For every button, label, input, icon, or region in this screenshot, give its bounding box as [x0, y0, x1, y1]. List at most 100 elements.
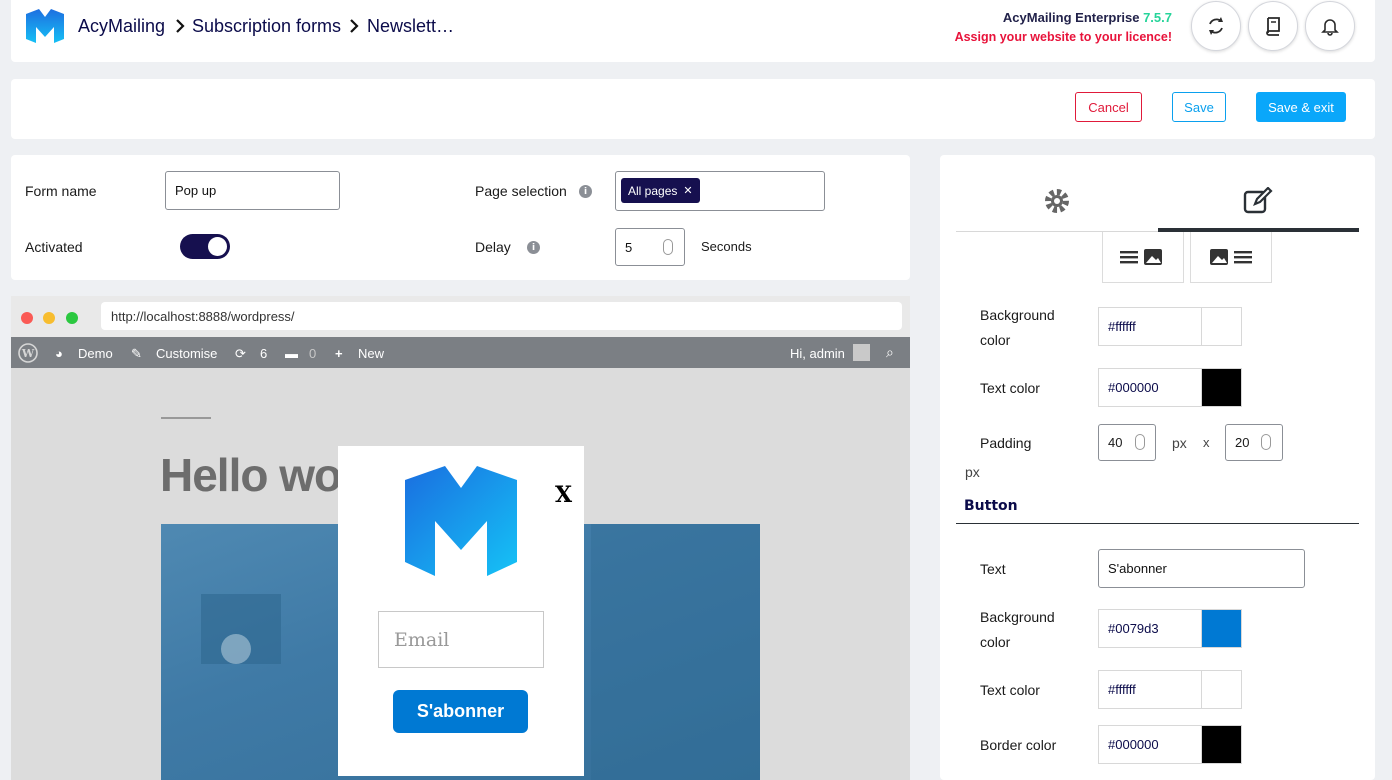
- remove-tag-icon[interactable]: ✕: [683, 184, 692, 197]
- wp-site-name: Demo: [78, 346, 113, 361]
- text-color-swatch[interactable]: [1202, 369, 1241, 406]
- cancel-button[interactable]: Cancel: [1075, 92, 1142, 122]
- avatar: [853, 344, 870, 361]
- wordpress-logo-icon: W: [18, 343, 38, 363]
- popup-close-button[interactable]: X: [555, 482, 572, 508]
- gear-icon[interactable]: [1044, 188, 1070, 214]
- text-image-layout-icon: [1120, 249, 1162, 265]
- window-close-dot: [21, 312, 33, 324]
- image-text-layout-icon: [1210, 249, 1252, 265]
- text-color-label: Text color: [980, 380, 1040, 396]
- padding-unit-2: px: [965, 464, 980, 480]
- bell-icon: [1321, 19, 1339, 36]
- padding-separator: x: [1203, 435, 1210, 450]
- number-spinner-icon[interactable]: [663, 239, 673, 255]
- button-text-input[interactable]: S'abonner: [1098, 549, 1305, 588]
- svg-text:W: W: [21, 347, 35, 360]
- info-icon[interactable]: i: [579, 185, 592, 198]
- padding-unit: px: [1172, 435, 1187, 451]
- button-border-color-value[interactable]: #000000: [1099, 726, 1202, 763]
- form-name-input[interactable]: Pop up: [165, 171, 340, 210]
- page-tag-label: All pages: [628, 183, 678, 198]
- button-border-color-swatch[interactable]: [1202, 726, 1241, 763]
- bg-color-label: Background color: [980, 307, 1055, 348]
- post-title: Hello wo: [160, 449, 342, 501]
- chevron-right-icon: [176, 19, 185, 33]
- text-color-input[interactable]: #000000: [1098, 368, 1242, 407]
- button-bg-color-value[interactable]: #0079d3: [1099, 610, 1202, 647]
- padding-vertical-value: 40: [1108, 435, 1123, 450]
- dashboard-icon: ◕: [55, 346, 63, 361]
- button-bg-color-swatch[interactable]: [1202, 610, 1241, 647]
- updates-icon: ⟳: [235, 346, 246, 361]
- breadcrumb-acymailing[interactable]: AcyMailing: [78, 16, 165, 37]
- book-icon: [1266, 17, 1280, 36]
- button-text-color-label: Text color: [980, 682, 1040, 698]
- chevron-right-icon: [350, 19, 359, 33]
- bg-color-value[interactable]: #ffffff: [1099, 308, 1202, 345]
- button-border-color-input[interactable]: #000000: [1098, 725, 1242, 764]
- popup-form: X Email S'abonner: [338, 446, 584, 776]
- brush-icon: ✎: [131, 346, 142, 361]
- post-divider: [161, 417, 211, 419]
- wp-greeting: Hi, admin: [790, 346, 845, 361]
- info-icon[interactable]: i: [527, 241, 540, 254]
- comments-icon: ▬: [285, 346, 298, 361]
- license-version: 7.5.7: [1143, 10, 1172, 25]
- plus-icon: +: [335, 346, 343, 361]
- layout-text-image-button[interactable]: [1102, 232, 1184, 283]
- padding-vertical-input[interactable]: 40: [1098, 424, 1156, 461]
- padding-horizontal-value: 20: [1235, 435, 1250, 450]
- button-text-label: Text: [980, 561, 1006, 577]
- number-spinner-icon[interactable]: [1135, 434, 1145, 450]
- button-border-color-label: Border color: [980, 737, 1057, 753]
- browser-url-bar: http://localhost:8888/wordpress/: [101, 302, 902, 330]
- padding-label: Padding: [980, 435, 1032, 451]
- form-name-label: Form name: [25, 183, 97, 199]
- page-tag-all-pages: All pages ✕: [621, 178, 700, 203]
- license-info: AcyMailing Enterprise 7.5.7: [1003, 10, 1172, 25]
- save-button[interactable]: Save: [1172, 92, 1226, 122]
- bg-color-input[interactable]: #ffffff: [1098, 307, 1242, 346]
- button-text-color-swatch[interactable]: [1202, 671, 1241, 708]
- search-icon: ⌕: [886, 344, 894, 360]
- breadcrumb-current-form: Newslett…: [367, 16, 455, 36]
- section-divider: [956, 523, 1359, 524]
- notifications-button[interactable]: [1305, 1, 1355, 51]
- documentation-button[interactable]: [1248, 1, 1298, 51]
- wp-updates-count: 6: [260, 346, 268, 361]
- delay-label: Delay: [475, 239, 511, 255]
- action-bar: [11, 79, 1375, 139]
- layout-image-text-button[interactable]: [1190, 232, 1272, 283]
- delay-value: 5: [625, 239, 633, 255]
- refresh-button[interactable]: [1191, 1, 1241, 51]
- bg-color-swatch[interactable]: [1202, 308, 1241, 345]
- button-section-title: Button: [964, 498, 1018, 514]
- wp-customise: Customise: [156, 346, 218, 361]
- window-minimize-dot: [43, 312, 55, 324]
- popup-logo-icon: [405, 466, 517, 576]
- padding-horizontal-input[interactable]: 20: [1225, 424, 1283, 461]
- breadcrumb-subscription-forms[interactable]: Subscription forms: [192, 16, 341, 37]
- number-spinner-icon[interactable]: [1261, 434, 1271, 450]
- license-product: AcyMailing Enterprise: [1002, 10, 1140, 25]
- popup-preview: http://localhost:8888/wordpress/ W ◕ Dem…: [11, 296, 910, 780]
- acymailing-logo-icon: [26, 9, 64, 43]
- delay-unit: Seconds: [701, 239, 752, 254]
- activated-toggle[interactable]: [180, 234, 230, 259]
- button-bg-color-label: Background color: [980, 609, 1055, 650]
- window-maximize-dot: [66, 312, 78, 324]
- popup-subscribe-button[interactable]: S'abonner: [393, 690, 528, 733]
- activated-label: Activated: [25, 239, 83, 255]
- button-bg-color-input[interactable]: #0079d3: [1098, 609, 1242, 648]
- save-exit-button[interactable]: Save & exit: [1256, 92, 1346, 122]
- license-warning-link[interactable]: Assign your website to your licence!: [955, 30, 1172, 44]
- popup-email-input[interactable]: Email: [378, 611, 544, 668]
- button-text-color-input[interactable]: #ffffff: [1098, 670, 1242, 709]
- wp-comments-count: 0: [309, 346, 317, 361]
- button-text-color-value[interactable]: #ffffff: [1099, 671, 1202, 708]
- edit-icon[interactable]: [1243, 187, 1273, 215]
- delay-input[interactable]: 5: [615, 228, 685, 266]
- page-selection-label: Page selection: [475, 183, 567, 199]
- text-color-value[interactable]: #000000: [1099, 369, 1202, 406]
